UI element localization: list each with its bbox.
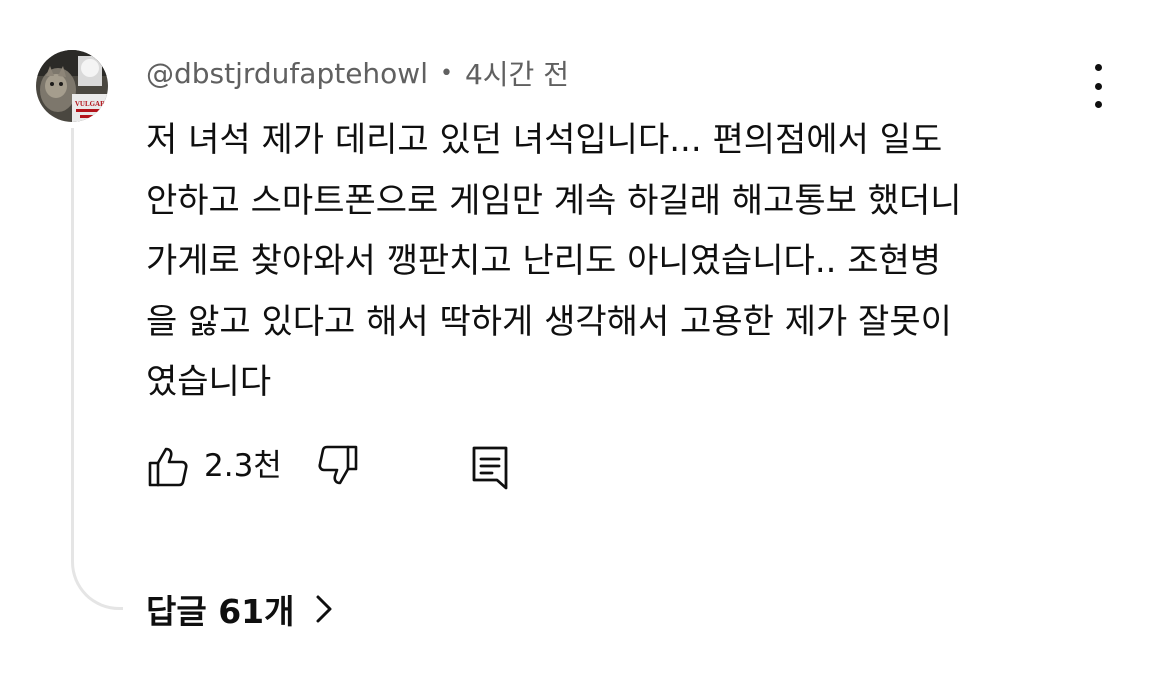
chevron-right-icon	[316, 595, 331, 623]
comment-body: 저 녀석 제가 데리고 있던 녀석입니다... 편의점에서 일도 안하고 스마트…	[146, 120, 962, 402]
replies-count-label: 답글 61개	[146, 592, 295, 631]
comment-timestamp[interactable]: 4시간 전	[465, 53, 569, 93]
comment-reply-icon	[472, 446, 508, 490]
cat-avatar: VULGAR	[36, 50, 108, 122]
like-count: 2.3천	[204, 448, 282, 484]
more-options-button[interactable]	[1080, 64, 1116, 108]
like-button[interactable]	[146, 444, 190, 488]
author-avatar[interactable]: VULGAR	[36, 50, 108, 122]
header-separator: •	[439, 60, 453, 86]
avatar-lettering: VULGAR	[75, 100, 106, 108]
thumbs-down-icon	[318, 445, 358, 485]
author-handle[interactable]: @dbstjrdufaptehowl	[146, 57, 428, 90]
view-replies-button[interactable]: 답글 61개	[146, 584, 335, 634]
more-vertical-icon-dot	[1094, 101, 1102, 108]
dislike-button[interactable]	[316, 444, 360, 488]
thread-connector-line	[71, 128, 123, 610]
reply-button[interactable]	[466, 442, 514, 490]
comment-header: @dbstjrdufaptehowl • 4시간 전	[146, 52, 569, 94]
comment-actions: 2.3천	[146, 440, 546, 492]
thumbs-up-icon	[148, 447, 188, 487]
more-vertical-icon-dot	[1094, 82, 1102, 90]
more-vertical-icon	[1094, 64, 1102, 71]
